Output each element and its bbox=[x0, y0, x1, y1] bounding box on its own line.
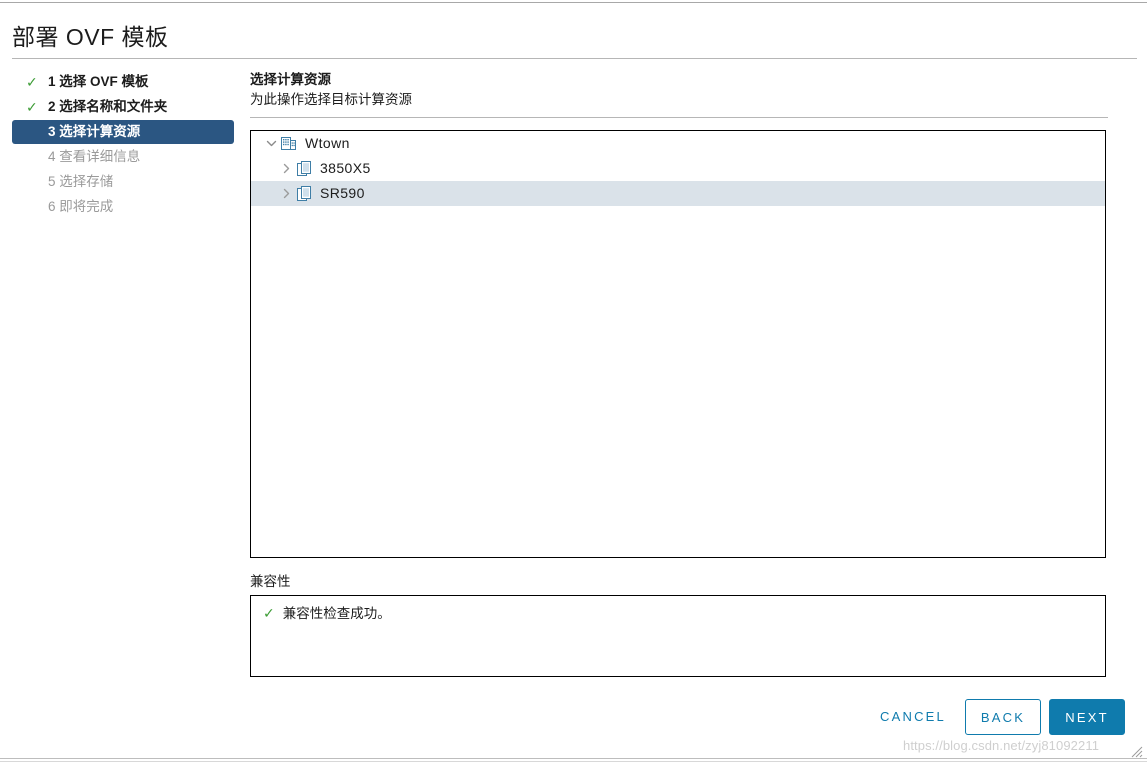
sidebar-step-label: 5 选择存储 bbox=[48, 174, 114, 189]
resize-grip-icon[interactable] bbox=[1131, 745, 1143, 758]
check-icon: ✓ bbox=[263, 605, 275, 621]
tree-node-label: 3850X5 bbox=[320, 160, 371, 176]
chevron-right-icon[interactable] bbox=[278, 181, 295, 206]
bottom-hairline-secondary bbox=[0, 761, 1147, 762]
pane-title: 选择计算资源 bbox=[250, 72, 331, 87]
sidebar-step-label: 3 选择计算资源 bbox=[48, 124, 141, 139]
sidebar-step-4[interactable]: 4 查看详细信息 bbox=[12, 145, 234, 169]
sidebar-step-2[interactable]: ✓ 2 选择名称和文件夹 bbox=[12, 95, 234, 119]
check-icon: ✓ bbox=[26, 74, 38, 90]
sidebar-step-label: 4 查看详细信息 bbox=[48, 149, 141, 164]
tree-row[interactable]: Wtown bbox=[251, 131, 1105, 156]
pane-header: 选择计算资源 为此操作选择目标计算资源 bbox=[250, 70, 1108, 118]
next-button[interactable]: NEXT bbox=[1049, 699, 1125, 735]
sidebar-step-label: 2 选择名称和文件夹 bbox=[48, 99, 168, 114]
wizard-step-list: ✓ 1 选择 OVF 模板 ✓ 2 选择名称和文件夹 3 选择计算资源 4 查看… bbox=[12, 70, 234, 220]
compatibility-message: 兼容性检查成功。 bbox=[282, 606, 391, 621]
sidebar-step-3[interactable]: 3 选择计算资源 bbox=[12, 120, 234, 144]
datacenter-icon bbox=[280, 131, 298, 156]
top-hairline bbox=[0, 2, 1147, 3]
pane-subtitle: 为此操作选择目标计算资源 bbox=[250, 92, 412, 107]
compute-resource-tree[interactable]: Wtown 3850X5 SR590 bbox=[250, 130, 1106, 558]
back-button[interactable]: BACK bbox=[965, 699, 1041, 735]
compatibility-box: ✓ 兼容性检查成功。 bbox=[250, 595, 1106, 677]
pane-rule bbox=[250, 117, 1108, 118]
sidebar-step-1[interactable]: ✓ 1 选择 OVF 模板 bbox=[12, 70, 234, 94]
wizard-footer: CANCEL BACK NEXT bbox=[0, 699, 1147, 739]
title-divider bbox=[12, 58, 1137, 59]
sidebar-step-label: 6 即将完成 bbox=[48, 199, 114, 214]
tree-node-label: Wtown bbox=[305, 135, 350, 151]
chevron-down-icon[interactable] bbox=[263, 131, 280, 156]
sidebar-step-5[interactable]: 5 选择存储 bbox=[12, 170, 234, 194]
page-title: 部署 OVF 模板 bbox=[12, 24, 169, 50]
cluster-icon bbox=[295, 156, 313, 181]
compatibility-label: 兼容性 bbox=[250, 574, 291, 589]
chevron-right-icon[interactable] bbox=[278, 156, 295, 181]
compatibility-message-row: ✓ 兼容性检查成功。 bbox=[263, 602, 391, 622]
tree-row[interactable]: 3850X5 bbox=[251, 156, 1105, 181]
sidebar-step-label: 1 选择 OVF 模板 bbox=[48, 74, 149, 89]
cluster-icon bbox=[295, 181, 313, 206]
tree-node-label: SR590 bbox=[320, 185, 365, 201]
check-icon: ✓ bbox=[26, 99, 38, 115]
sidebar-step-6[interactable]: 6 即将完成 bbox=[12, 195, 234, 219]
tree-row[interactable]: SR590 bbox=[251, 181, 1105, 206]
bottom-hairline bbox=[0, 758, 1147, 759]
watermark: https://blog.csdn.net/zyj81092211 bbox=[903, 738, 1100, 753]
cancel-button[interactable]: CANCEL bbox=[873, 699, 953, 735]
